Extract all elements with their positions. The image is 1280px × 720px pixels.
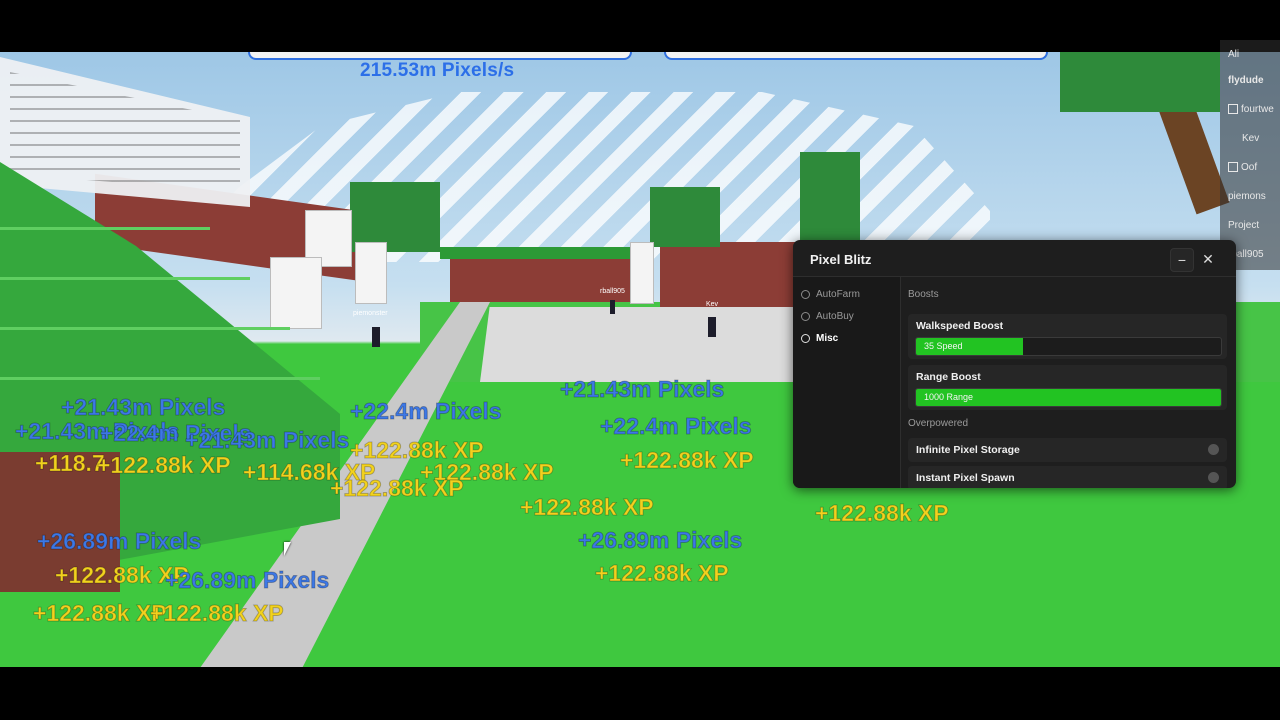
brick-wall-right	[660, 242, 800, 317]
player-name: Kev	[1242, 132, 1260, 144]
player-name: Project	[1228, 219, 1260, 231]
tree-bush-2	[650, 187, 720, 247]
player-character[interactable]	[372, 327, 380, 347]
player-name: flydude	[1228, 74, 1264, 86]
stair-edge	[0, 377, 320, 380]
range-slider[interactable]: 1000 Range	[915, 388, 1222, 407]
sign-board	[630, 242, 654, 304]
player-list-item[interactable]: Project	[1220, 211, 1280, 239]
close-button[interactable]: ✕	[1197, 248, 1219, 270]
reward-popup: +22.4m Pixels	[600, 413, 753, 440]
hud-bar-left	[248, 52, 632, 60]
letterbox-bar	[0, 667, 1280, 720]
premium-icon	[1228, 104, 1238, 114]
player-list-item[interactable]: piemons	[1220, 182, 1280, 210]
pixels-per-second: 215.53m Pixels/s	[360, 60, 515, 81]
reward-popup: +122.88k XP	[815, 500, 950, 527]
walkspeed-boost-card: Walkspeed Boost 35 Speed	[908, 314, 1227, 359]
reward-popup: +26.89m Pixels	[577, 527, 743, 554]
nav-autobuy[interactable]: AutoBuy	[801, 307, 854, 325]
reward-popup: +22.4m Pixels	[350, 398, 503, 425]
player-list-item[interactable]: flydude	[1220, 66, 1280, 94]
reward-popup: +122.88k XP	[33, 600, 168, 627]
pixel-blitz-window: Pixel Blitz − ✕ AutoFarm AutoBuy Misc fl…	[793, 240, 1236, 488]
sign-board	[270, 257, 322, 329]
slider-label: Range Boost	[916, 371, 981, 383]
player-nametag: piemonster	[353, 310, 388, 317]
player-nametag: Kev	[706, 301, 719, 308]
reward-popup: +122.88k XP	[150, 600, 285, 627]
sidebar: AutoFarm AutoBuy Misc flydude402	[793, 277, 901, 488]
minimize-button[interactable]: −	[1170, 248, 1194, 272]
nav-label: AutoBuy	[816, 310, 854, 322]
instant-pixel-spawn-toggle[interactable]: Instant Pixel Spawn	[908, 466, 1227, 488]
tab-dot-icon	[801, 333, 810, 343]
tree-canopy	[1060, 52, 1220, 112]
premium-icon	[1228, 162, 1238, 172]
tree-pine	[800, 152, 860, 252]
nav-label: AutoFarm	[816, 288, 860, 300]
player-list: Ali flydude fourtwe Kev Oof piemons Proj…	[1220, 40, 1280, 270]
stair-edge	[0, 227, 210, 230]
section-overpowered: Overpowered	[908, 418, 969, 429]
player-character[interactable]	[610, 300, 615, 314]
toggle-label: Infinite Pixel Storage	[916, 444, 1020, 456]
nav-autofarm[interactable]: AutoFarm	[801, 285, 860, 303]
reward-popup: +122.88k XP	[620, 447, 755, 474]
reward-popup: +122.88k XP	[520, 494, 655, 521]
toggle-label: Instant Pixel Spawn	[916, 472, 1015, 484]
hedge	[440, 247, 640, 259]
stair-edge	[0, 277, 250, 280]
player-list-item[interactable]: Oof	[1220, 153, 1280, 181]
tab-dot-icon	[801, 311, 810, 321]
section-boosts: Boosts	[908, 289, 939, 300]
reward-popup: +21.43m Pixels	[559, 376, 725, 403]
sign-board	[355, 242, 387, 304]
range-boost-card: Range Boost 1000 Range	[908, 365, 1227, 410]
reward-popup: +122.88k XP	[595, 560, 730, 587]
slider-label: Walkspeed Boost	[916, 320, 1004, 332]
reward-popup: +122.88k XP	[330, 475, 465, 502]
player-name: piemons	[1228, 190, 1266, 202]
player-name: Oof	[1241, 161, 1258, 173]
reward-popup: +26.89m Pixels	[36, 528, 202, 555]
misc-panel: Boosts Walkspeed Boost 35 Speed Range Bo…	[901, 277, 1236, 488]
minus-icon: −	[1177, 252, 1187, 268]
window-title: Pixel Blitz	[810, 252, 872, 267]
nav-misc[interactable]: Misc	[801, 329, 838, 347]
close-icon: ✕	[1202, 250, 1214, 267]
player-list-item[interactable]: fourtwe	[1220, 95, 1280, 123]
nav-label: Misc	[816, 332, 839, 344]
reward-popup: +118.7	[35, 450, 106, 477]
fingerprint-icon	[1208, 472, 1219, 483]
fingerprint-icon	[1208, 444, 1219, 455]
infinite-pixel-storage-toggle[interactable]: Infinite Pixel Storage	[908, 438, 1227, 462]
player-name: Ali	[1228, 48, 1240, 60]
player-name: fourtwe	[1241, 103, 1274, 115]
slider-value: 1000 Range	[924, 392, 974, 402]
slider-value: 35 Speed	[924, 341, 963, 351]
mouse-cursor-icon	[284, 542, 291, 556]
walkspeed-slider[interactable]: 35 Speed	[915, 337, 1222, 356]
player-character[interactable]	[708, 317, 716, 337]
reward-popup: +122.88k XP	[97, 452, 232, 479]
player-list-item[interactable]: Ali	[1220, 40, 1280, 68]
player-list-item[interactable]: Kev	[1220, 124, 1280, 152]
hud-bar-right	[664, 52, 1048, 60]
tab-dot-icon	[801, 289, 810, 299]
player-nametag: rball905	[600, 288, 625, 295]
reward-popup: +21.43m Pixels	[60, 394, 226, 421]
reward-popup: +21.43m Pixels	[184, 427, 350, 454]
stair-edge	[0, 327, 290, 330]
concrete-plaza	[480, 307, 800, 382]
reward-popup: +26.89m Pixels	[164, 567, 330, 594]
